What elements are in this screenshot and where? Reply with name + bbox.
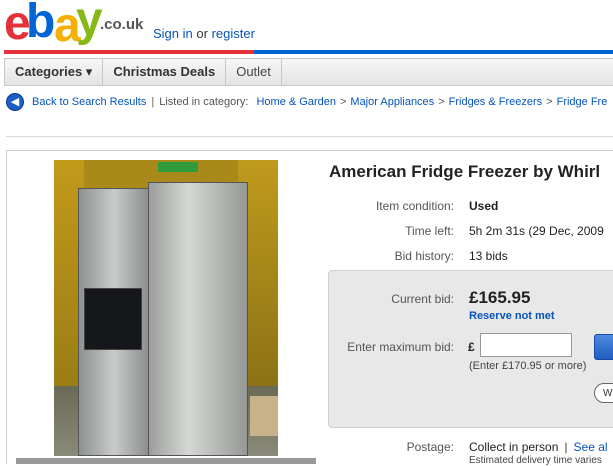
- exit-sign: [158, 162, 198, 172]
- crumb-fridges-freezers[interactable]: Fridges & Freezers: [449, 96, 543, 108]
- watch-button[interactable]: W: [594, 383, 613, 403]
- crumb-home-garden[interactable]: Home & Garden: [256, 96, 335, 108]
- postage-label: Postage:: [406, 440, 454, 454]
- current-bid-price: £165.95: [469, 288, 531, 307]
- nav-christmas-deals[interactable]: Christmas Deals: [103, 59, 227, 85]
- crumb-fridge-freezers[interactable]: Fridge Fre: [557, 96, 608, 108]
- crumb-arrow: >: [546, 96, 553, 108]
- nav-bar: Categories ▾ Christmas Deals Outlet: [4, 58, 613, 86]
- back-arrow-icon[interactable]: ◀: [6, 93, 24, 111]
- nav-outlet[interactable]: Outlet: [226, 59, 282, 85]
- fridge-right-door: [148, 182, 248, 456]
- listed-in-label: Listed in category:: [159, 96, 249, 108]
- reserve-not-met-link[interactable]: Reserve not met: [469, 310, 555, 322]
- bid-count-link[interactable]: 13 bids: [469, 249, 508, 263]
- postage-separator: |: [564, 440, 568, 454]
- bid-history-label: Bid history:: [394, 249, 454, 263]
- register-link[interactable]: register: [212, 26, 255, 41]
- section-divider: [6, 136, 613, 137]
- delivery-estimate: Estimated delivery time varies: [469, 455, 602, 466]
- time-left-value: 5h 2m 31s (29 Dec, 2009: [469, 224, 604, 238]
- item-photo[interactable]: [54, 160, 278, 456]
- crumb-arrow: >: [438, 96, 445, 108]
- logo-letter-b: b: [26, 0, 55, 48]
- thumbnail-strip[interactable]: [16, 458, 316, 464]
- logo-letter-y: y: [76, 0, 103, 46]
- time-left-label: Time left:: [405, 224, 454, 238]
- logo-domain: .co.uk: [100, 16, 144, 33]
- back-to-search-link[interactable]: Back to Search Results: [32, 96, 146, 108]
- condition-value: Used: [469, 199, 499, 213]
- item-title: American Fridge Freezer by Whirl: [329, 162, 601, 181]
- postage-value: Collect in person | See al: [469, 440, 608, 454]
- condition-label: Item condition:: [375, 199, 454, 213]
- current-bid-label: Current bid:: [391, 292, 454, 306]
- see-all-postage-link[interactable]: See al: [574, 440, 608, 454]
- auth-links: Sign in or register: [153, 26, 255, 41]
- crumb-major-appliances[interactable]: Major Appliances: [350, 96, 434, 108]
- sign-in-link[interactable]: Sign in: [153, 26, 193, 41]
- nav-categories[interactable]: Categories ▾: [5, 59, 104, 85]
- max-bid-label: Enter maximum bid:: [347, 340, 454, 354]
- breadcrumb-separator: |: [151, 96, 155, 108]
- logo-letter-a: a: [54, 0, 81, 52]
- water-dispenser: [84, 288, 142, 350]
- max-bid-input[interactable]: [480, 333, 572, 357]
- auth-or-text: or: [196, 26, 208, 41]
- logo-letter-e: e: [4, 0, 31, 50]
- place-bid-button[interactable]: [594, 334, 613, 360]
- header: e b a y .co.uk Sign in or register: [0, 0, 613, 50]
- crumb-arrow: >: [339, 96, 347, 108]
- breadcrumb: ◀ Back to Search Results | Listed in cat…: [6, 92, 607, 112]
- postage-method: Collect in person: [469, 440, 559, 454]
- min-bid-hint: (Enter £170.95 or more): [469, 360, 587, 372]
- currency-symbol: £: [468, 340, 475, 354]
- brand-color-bar: [4, 50, 613, 54]
